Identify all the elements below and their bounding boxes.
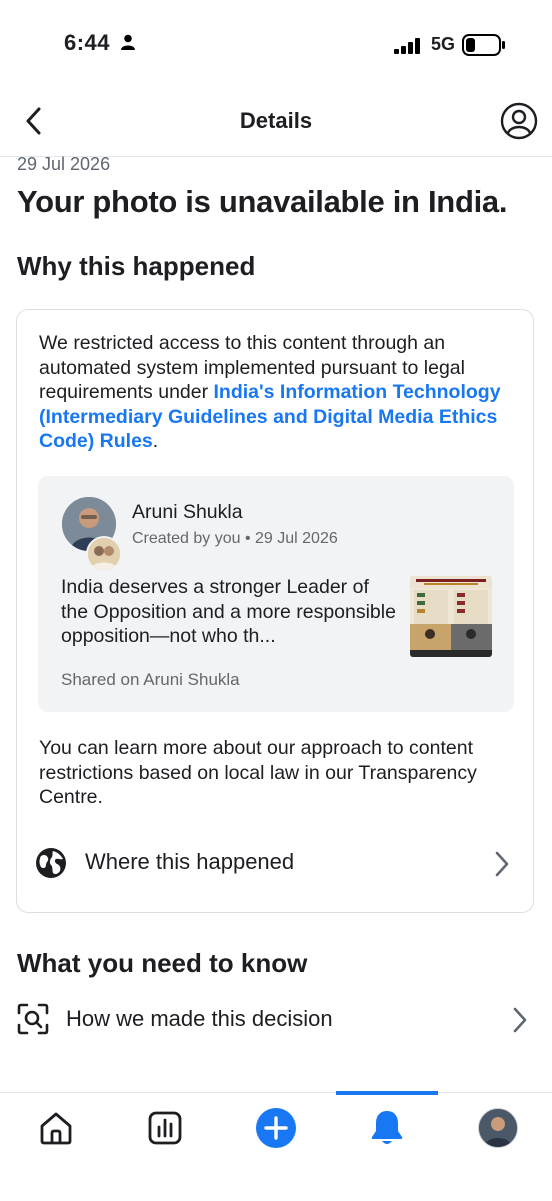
globe-icon — [36, 848, 66, 878]
explanation-text: We restricted access to this content thr… — [39, 331, 519, 454]
post-secondary-avatar — [86, 536, 122, 572]
page-title: Details — [239, 108, 313, 133]
bar-chart-icon[interactable] — [147, 1110, 183, 1146]
post-text: India deserves a stronger Leader of the … — [61, 576, 396, 647]
how-we-decided-label: How we made this decision — [66, 1006, 333, 1031]
post-thumbnail — [410, 576, 492, 657]
status-time: 6:44 — [64, 30, 111, 55]
signal-icon — [394, 38, 420, 54]
notice-headline: Your photo is unavailable in India. — [17, 184, 508, 219]
why-heading: Why this happened — [17, 251, 256, 281]
person-icon — [121, 34, 135, 50]
post-meta: Created by you • 29 Jul 2026 — [132, 530, 338, 547]
chevron-right-icon — [495, 851, 509, 877]
post-author: Aruni Shukla — [132, 501, 243, 523]
plus-circle-icon[interactable] — [255, 1107, 297, 1149]
where-this-happened-label: Where this happened — [85, 849, 295, 874]
scan-search-icon — [17, 1003, 49, 1035]
profile-avatar-tab[interactable] — [478, 1108, 518, 1148]
notice-date: 29 Jul 2026 — [17, 154, 111, 174]
home-icon[interactable] — [38, 1110, 74, 1146]
explanation-suffix: . — [152, 430, 159, 452]
know-heading: What you need to know — [17, 948, 308, 978]
network-label: 5G — [431, 34, 456, 54]
bell-icon[interactable] — [368, 1108, 406, 1148]
chevron-right-icon — [513, 1007, 527, 1033]
battery-icon — [462, 34, 505, 56]
post-shared-on: Shared on Aruni Shukla — [61, 670, 240, 689]
learn-more-text: You can learn more about our approach to… — [39, 737, 477, 808]
profile-button[interactable] — [500, 102, 538, 140]
active-tab-indicator — [336, 1091, 438, 1095]
